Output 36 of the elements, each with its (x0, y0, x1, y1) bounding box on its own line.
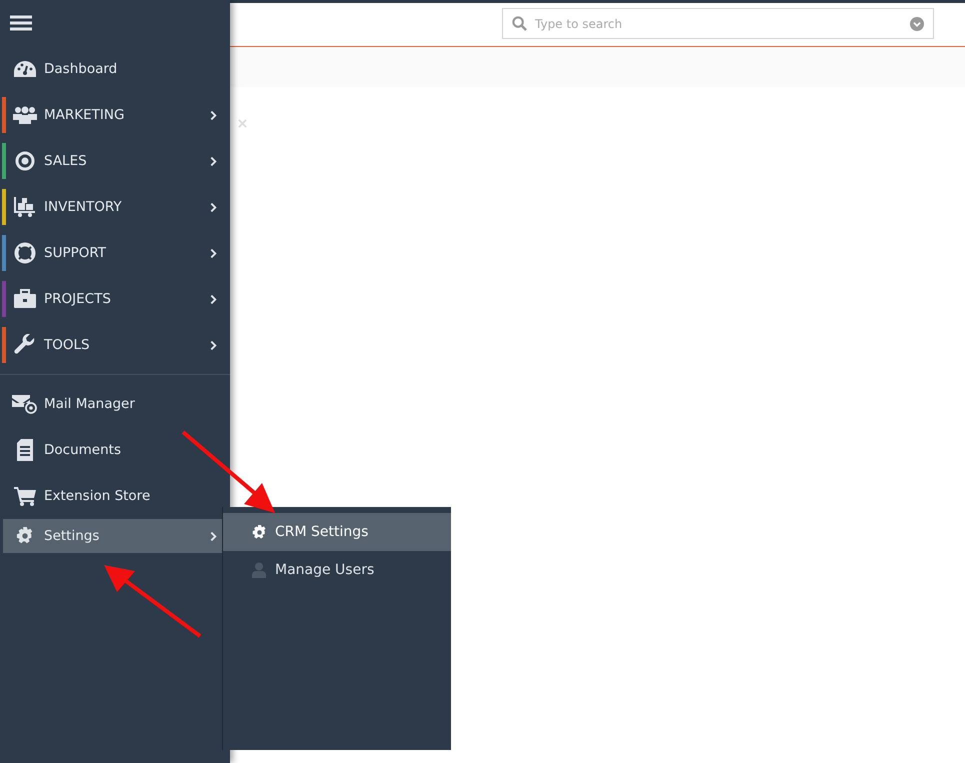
sidebar-item[interactable]: PROJECTS (0, 276, 230, 322)
sidebar-item[interactable]: TOOLS (0, 322, 230, 368)
sidebar-item[interactable]: MARKETING (0, 92, 230, 138)
chevron-right-icon (210, 340, 217, 350)
lifebuoy-icon (14, 242, 36, 264)
menu-icon[interactable] (10, 15, 32, 31)
sidebar-item[interactable]: Mail Manager (0, 381, 230, 427)
search-icon (512, 16, 527, 31)
target-icon (15, 151, 35, 171)
sidebar-item[interactable]: Documents (0, 427, 230, 473)
sidebar-item[interactable]: Dashboard (0, 46, 230, 92)
shopping-cart-icon (14, 486, 36, 506)
sidebar-item[interactable]: SUPPORT (0, 230, 230, 276)
chevron-right-icon (210, 248, 217, 258)
cart-boxes-icon (13, 196, 37, 218)
wrench-icon (14, 334, 36, 356)
submenu-item[interactable]: CRM Settings (223, 513, 451, 551)
search-field[interactable]: Type to search (502, 8, 934, 39)
sidebar-item[interactable]: Settings (3, 519, 222, 553)
dropdown-icon[interactable] (910, 16, 924, 30)
chevron-right-icon (210, 530, 217, 542)
person-icon (252, 562, 266, 578)
briefcase-icon (13, 289, 37, 309)
chevron-right-icon (210, 110, 217, 120)
submenu-item[interactable]: Manage Users (223, 551, 451, 589)
chevron-right-icon (210, 202, 217, 212)
gear-icon (252, 524, 266, 540)
gear-icon (16, 527, 34, 545)
sidebar-item[interactable]: INVENTORY (0, 184, 230, 230)
chevron-right-icon (210, 294, 217, 304)
chevron-right-icon (210, 156, 217, 166)
people-icon (13, 106, 37, 124)
gauge-icon (13, 60, 37, 78)
sidebar-item[interactable]: SALES (0, 138, 230, 184)
envelope-at-icon (12, 394, 38, 414)
document-icon (16, 439, 34, 461)
